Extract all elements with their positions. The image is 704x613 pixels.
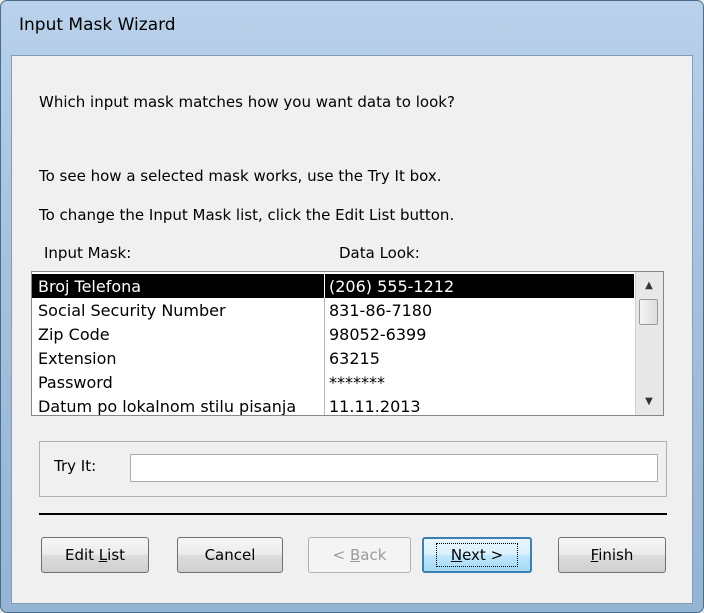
back-button[interactable]: < Back (308, 537, 411, 573)
data-look-cell: ******* (329, 373, 385, 392)
list-item[interactable]: Broj Telefona (206) 555-1212 (32, 274, 634, 298)
window-title: Input Mask Wizard (19, 15, 176, 35)
mask-name-cell: Social Security Number (38, 301, 226, 320)
finish-button[interactable]: Finish (558, 537, 666, 573)
question-text: Which input mask matches how you want da… (39, 93, 455, 111)
next-button[interactable]: Next > (422, 537, 532, 573)
column-divider (324, 274, 325, 298)
input-mask-list[interactable]: Broj Telefona (206) 555-1212 Social Securi… (31, 271, 664, 416)
separator-line (39, 513, 667, 515)
try-it-group: Try It: (39, 441, 667, 497)
edit-hint-text: To change the Input Mask list, click the… (39, 206, 455, 224)
try-it-label: Try It: (54, 457, 97, 475)
list-item[interactable]: Extension 63215 (32, 346, 634, 370)
data-look-cell: 98052-6399 (329, 325, 427, 344)
try-hint-text: To see how a selected mask works, use th… (39, 167, 442, 185)
try-it-input[interactable] (130, 454, 658, 482)
dialog-window: Input Mask Wizard Which input mask match… (0, 0, 704, 613)
column-divider (324, 370, 325, 394)
list-item[interactable]: Datum po lokalnom stilu pisanja 11.11.201… (32, 394, 634, 416)
mask-name-cell: Extension (38, 349, 117, 368)
title-bar[interactable]: Input Mask Wizard (1, 1, 703, 45)
data-look-cell: 63215 (329, 349, 380, 368)
column-divider (324, 346, 325, 370)
column-divider (324, 322, 325, 346)
cancel-button[interactable]: Cancel (177, 537, 283, 573)
scroll-thumb[interactable] (639, 299, 658, 325)
list-item[interactable]: Social Security Number 831-86-7180 (32, 298, 634, 322)
list-item[interactable]: Password ******* (32, 370, 634, 394)
mask-name-cell: Zip Code (38, 325, 110, 344)
scroll-up-arrow-icon[interactable]: ▲ (638, 274, 660, 296)
data-look-cell: (206) 555-1212 (329, 277, 455, 296)
scroll-down-arrow-icon[interactable]: ▼ (638, 390, 660, 412)
data-look-header: Data Look: (339, 244, 420, 262)
input-mask-header: Input Mask: (44, 244, 132, 262)
column-divider (324, 298, 325, 322)
data-look-cell: 831-86-7180 (329, 301, 433, 320)
list-item[interactable]: Zip Code 98052-6399 (32, 322, 634, 346)
mask-name-cell: Password (38, 373, 113, 392)
mask-name-cell: Datum po lokalnom stilu pisanja (38, 397, 297, 416)
list-scrollbar[interactable]: ▲ ▼ (635, 272, 663, 415)
mask-name-cell: Broj Telefona (38, 277, 142, 296)
edit-list-button[interactable]: Edit List (41, 537, 149, 573)
data-look-cell: 11.11.2013 (329, 397, 421, 416)
column-divider (324, 394, 325, 415)
